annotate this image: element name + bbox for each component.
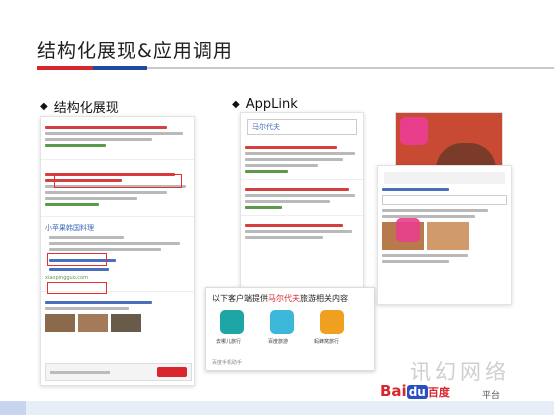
bullet-icon: ◆ [40,101,48,112]
title-underline-gray [147,67,554,69]
app-label: 去哪儿旅行 [216,339,242,345]
app-label: 百度旅游 [268,339,289,345]
applink-icon[interactable] [396,218,420,242]
search-query: 马尔代夫 [252,123,280,131]
popup-title: 以下客户端提供马尔代夫旅游相关内容 [212,294,348,303]
right-heading: ◆ AppLink [232,97,298,112]
app-logo-icon [400,117,428,145]
highlight-box [47,253,107,266]
applink-search-screenshot: 马尔代夫 [240,112,364,312]
popup-footer: 百度手机助手 [212,360,243,366]
highlight-box [54,174,182,188]
footer-bar [0,401,554,415]
mobile-browser-screenshot [377,165,512,305]
right-heading-label: AppLink [245,97,298,112]
slide-title: 结构化展现&应用调用 [37,40,233,62]
watermark-sub: 平台 [482,391,501,401]
title-underline-red [37,66,93,70]
applink-popup: 以下客户端提供马尔代夫旅游相关内容 去哪儿旅行 百度旅游 蚂蜂窝旅行 百度手机助… [205,287,375,371]
baidu-logo: Bai du 百度 [380,382,450,400]
result-card-title: 小苹果韩国料理 [45,224,94,232]
search-input[interactable]: 马尔代夫 [247,119,357,135]
title-underline-blue [93,66,147,70]
qunar-app-icon[interactable] [220,310,244,334]
baidu-travel-app-icon[interactable] [270,310,294,334]
structured-results-screenshot: 小苹果韩国料理 xiaopingguo.com [40,116,195,386]
bullet-icon: ◆ [232,99,240,110]
footer-mark [0,401,26,415]
highlight-box [47,282,107,294]
left-heading: ◆ 结构化展现 [40,97,119,116]
slide: 结构化展现&应用调用 ◆ 结构化展现 ◆ AppLink 小苹果韩国料理 xia… [0,0,554,415]
result-card-url: xiaopingguo.com [45,275,88,281]
mafengwo-app-icon[interactable] [320,310,344,334]
left-heading-label: 结构化展现 [53,101,119,116]
app-label: 蚂蜂窝旅行 [314,339,340,345]
